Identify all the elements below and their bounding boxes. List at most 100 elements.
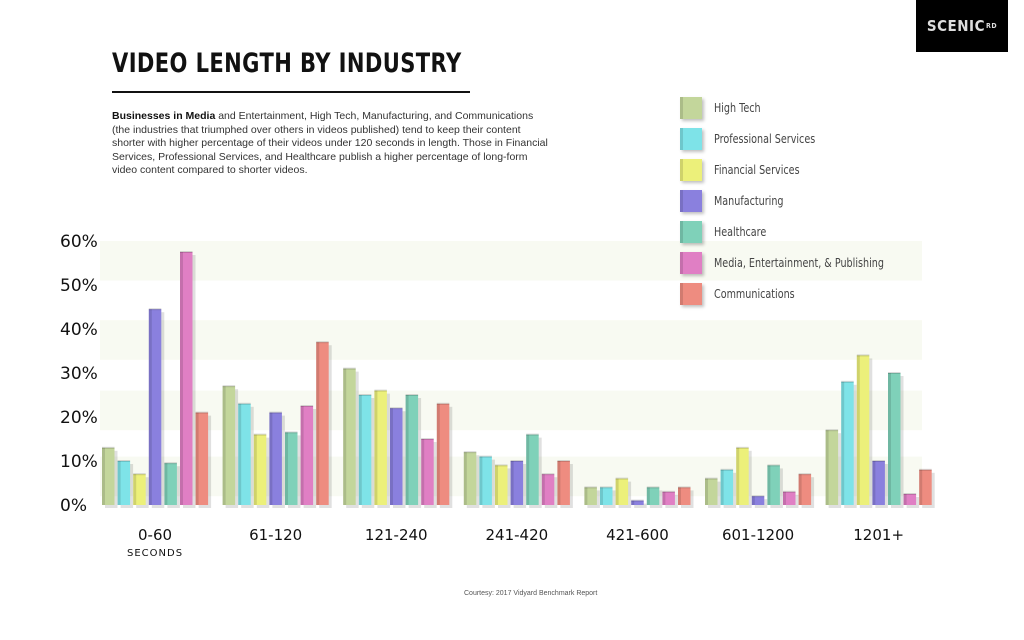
bar-top <box>615 477 629 480</box>
bar-side <box>903 494 907 505</box>
bar-side <box>526 434 530 505</box>
bar-top <box>736 446 749 449</box>
legend-swatch <box>680 158 702 181</box>
bar-side <box>195 412 199 505</box>
legend-item: Professional Services <box>680 123 926 154</box>
legend-label: Manufacturing <box>714 193 784 208</box>
bar-top <box>510 460 524 462</box>
bar-side <box>584 487 588 505</box>
bar-side <box>888 373 891 505</box>
bar-top <box>841 380 854 383</box>
bar-side <box>856 355 860 505</box>
bar-side <box>736 447 740 505</box>
bar-top <box>557 460 570 462</box>
bar-side <box>148 309 152 505</box>
bar-side <box>253 434 257 505</box>
bar-top <box>180 251 193 253</box>
legend-swatch <box>680 189 702 212</box>
bar-top <box>421 438 434 440</box>
bar-top <box>164 462 177 465</box>
legend-label: Healthcare <box>714 224 767 239</box>
bar-side <box>872 461 876 505</box>
legend-item: Financial Services <box>680 154 926 185</box>
bar-top <box>888 372 901 374</box>
legend-swatch <box>680 220 702 243</box>
bar-side <box>495 465 498 505</box>
bar-side <box>269 412 273 505</box>
bar-top <box>541 473 555 476</box>
bar-side <box>463 452 467 505</box>
y-tick-label: 40% <box>60 320 98 340</box>
bar-side <box>646 487 650 505</box>
bar-side <box>783 491 786 505</box>
bar-side <box>841 381 845 505</box>
bar-side <box>720 469 724 505</box>
bar-side <box>164 463 168 505</box>
bar-side <box>479 456 483 505</box>
legend-item: Healthcare <box>680 216 926 247</box>
bar-top <box>358 394 372 396</box>
x-tick-label: 421-600 <box>606 526 669 544</box>
bar-side <box>343 368 347 505</box>
bar-top <box>798 473 812 476</box>
bar-top <box>374 389 387 392</box>
bar-side <box>421 439 425 505</box>
legend-label: Communications <box>714 286 795 301</box>
bar-top <box>584 486 597 489</box>
bar-side <box>222 386 226 505</box>
legend-swatch <box>680 127 702 150</box>
bar-side <box>798 474 802 505</box>
bar-top <box>903 493 917 495</box>
bar-side <box>510 461 514 505</box>
bar-top <box>479 455 492 458</box>
bar-side <box>705 478 708 505</box>
legend-item: Communications <box>680 278 926 309</box>
bar-top <box>269 411 282 414</box>
bar-top <box>117 460 131 462</box>
x-tick-label: 601-1200 <box>722 526 794 544</box>
bar-top <box>526 433 539 436</box>
bar-side <box>767 465 771 505</box>
bar-top <box>631 499 644 502</box>
legend-swatch <box>680 282 702 305</box>
bar-top <box>238 402 251 405</box>
bar-top <box>767 464 780 467</box>
bar-side <box>825 430 829 505</box>
bar-top <box>300 405 314 407</box>
bar-side <box>436 403 440 505</box>
bar-top <box>463 451 477 454</box>
bar-top <box>751 495 765 498</box>
bar-top <box>600 486 613 489</box>
bar-top <box>405 394 419 396</box>
bar-top <box>195 411 209 414</box>
y-tick-label: 10% <box>60 452 98 472</box>
bar-side <box>919 469 923 505</box>
credit: Courtesy: 2017 Vidyard Benchmark Report <box>464 590 598 597</box>
bar-side <box>180 252 183 505</box>
bar-side <box>316 342 320 505</box>
x-tick-label: 0-60 <box>138 526 172 544</box>
bar-top <box>662 490 675 493</box>
bar-top <box>720 468 734 471</box>
legend-label: Financial Services <box>714 162 800 177</box>
bar-top <box>646 486 660 489</box>
bar-top <box>102 446 115 449</box>
bar-side <box>133 474 137 505</box>
bar-side <box>238 403 242 505</box>
bar-top <box>133 473 146 476</box>
legend-swatch <box>680 96 702 119</box>
bar-top <box>705 477 718 480</box>
y-tick-label: 60% <box>60 232 98 252</box>
bar-side <box>117 461 121 505</box>
legend-label: Media, Entertainment, & Publishing <box>714 255 884 270</box>
bar-top <box>783 490 796 493</box>
legend: High Tech Professional Services Financial … <box>680 92 926 309</box>
bar-top <box>253 433 267 436</box>
bar-side <box>102 447 105 505</box>
bar-side <box>662 491 666 505</box>
bar-top <box>316 341 329 344</box>
bar-side <box>374 390 378 505</box>
legend-item: Manufacturing <box>680 185 926 216</box>
bar-top <box>436 402 450 405</box>
legend-swatch <box>680 251 702 274</box>
